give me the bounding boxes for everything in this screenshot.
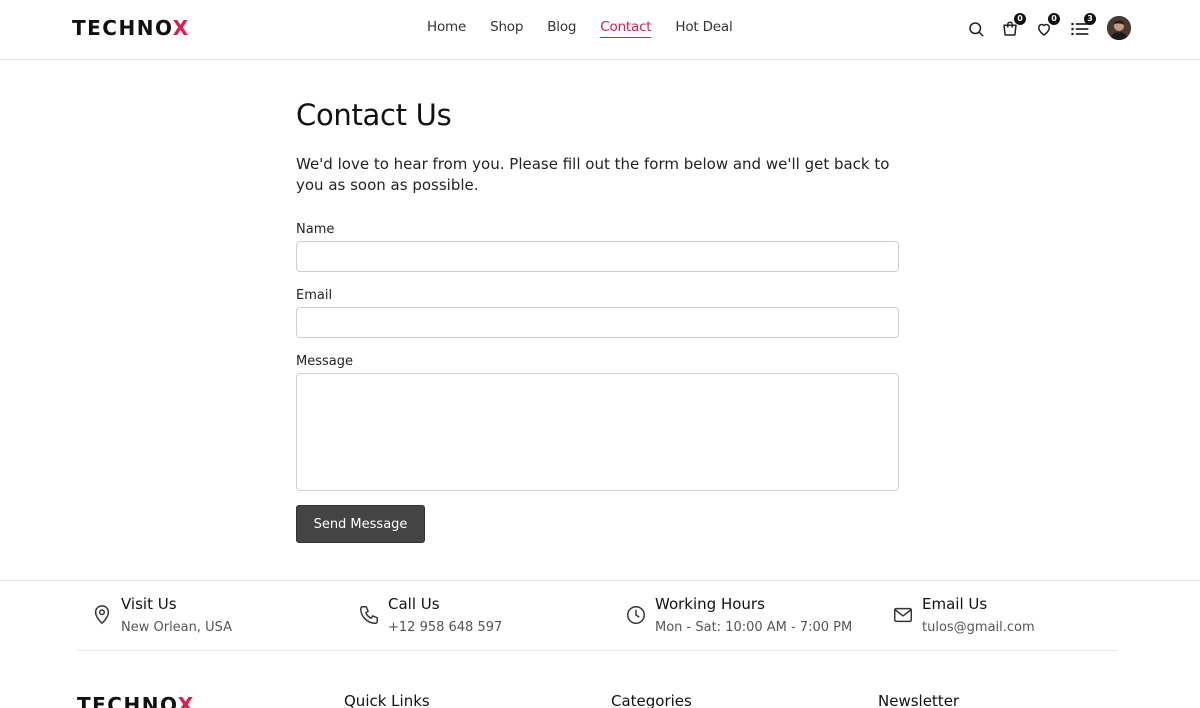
info-text: Mon - Sat: 10:00 AM - 7:00 PM [655,620,853,635]
wishlist-button[interactable]: 0 [1032,13,1060,41]
info-text: +12 958 648 597 [388,620,503,635]
info-title: Email Us [922,595,988,613]
message-label: Message [296,354,353,369]
footer-logo-accent: X [177,693,195,708]
main-nav: Home Shop Blog Contact Hot Deal [427,19,757,38]
info-text: New Orlean, USA [121,620,233,635]
logo-main: TECHNO [72,16,173,40]
contact-form: Name Email Message Send Message [296,222,900,543]
intro-text: We'd love to hear from you. Please fill … [296,155,890,194]
cart-count-badge: 0 [1014,13,1026,25]
phone-icon [360,606,378,624]
info-title: Visit Us [121,595,177,613]
info-text[interactable]: tulos@gmail.com [922,620,1035,635]
clock-icon [627,606,645,624]
info-title: Working Hours [655,595,765,613]
info-strip-divider-top [0,580,1200,581]
compare-count-badge: 3 [1084,13,1096,25]
page-title: Contact Us [296,98,452,132]
user-avatar-icon [1107,16,1131,40]
info-title: Call Us [388,595,440,613]
footer-logo[interactable]: TECHNOX [77,693,195,708]
nav-home[interactable]: Home [427,19,466,38]
nav-hot-deal[interactable]: Hot Deal [675,19,732,38]
nav-blog[interactable]: Blog [547,19,576,38]
footer-heading-categories: Categories [611,692,692,708]
search-icon [969,22,984,37]
footer-heading-quick-links: Quick Links [344,692,430,708]
name-label: Name [296,222,335,237]
search-button[interactable] [964,17,988,41]
avatar[interactable] [1107,16,1131,40]
footer-heading-newsletter: Newsletter [878,692,960,708]
footer-logo-main: TECHNO [77,693,178,708]
location-pin-icon [94,605,110,625]
send-message-button[interactable]: Send Message [296,505,425,543]
email-field[interactable] [296,307,899,338]
contact-section: Contact Us We'd love to hear from you. P… [296,98,900,543]
message-field[interactable] [296,373,899,491]
site-header: TECHNOX Home Shop Blog Contact Hot Deal … [0,0,1200,60]
info-strip-divider-bottom [77,650,1118,651]
name-field[interactable] [296,241,899,272]
site-logo[interactable]: TECHNOX [72,16,190,40]
cart-button[interactable]: 0 [998,13,1026,41]
email-label: Email [296,288,333,303]
nav-contact[interactable]: Contact [600,19,652,38]
nav-shop[interactable]: Shop [490,19,523,38]
mail-icon [894,607,912,623]
compare-menu-button[interactable]: 3 [1068,13,1096,41]
logo-accent: X [172,16,190,40]
wishlist-count-badge: 0 [1048,13,1060,25]
